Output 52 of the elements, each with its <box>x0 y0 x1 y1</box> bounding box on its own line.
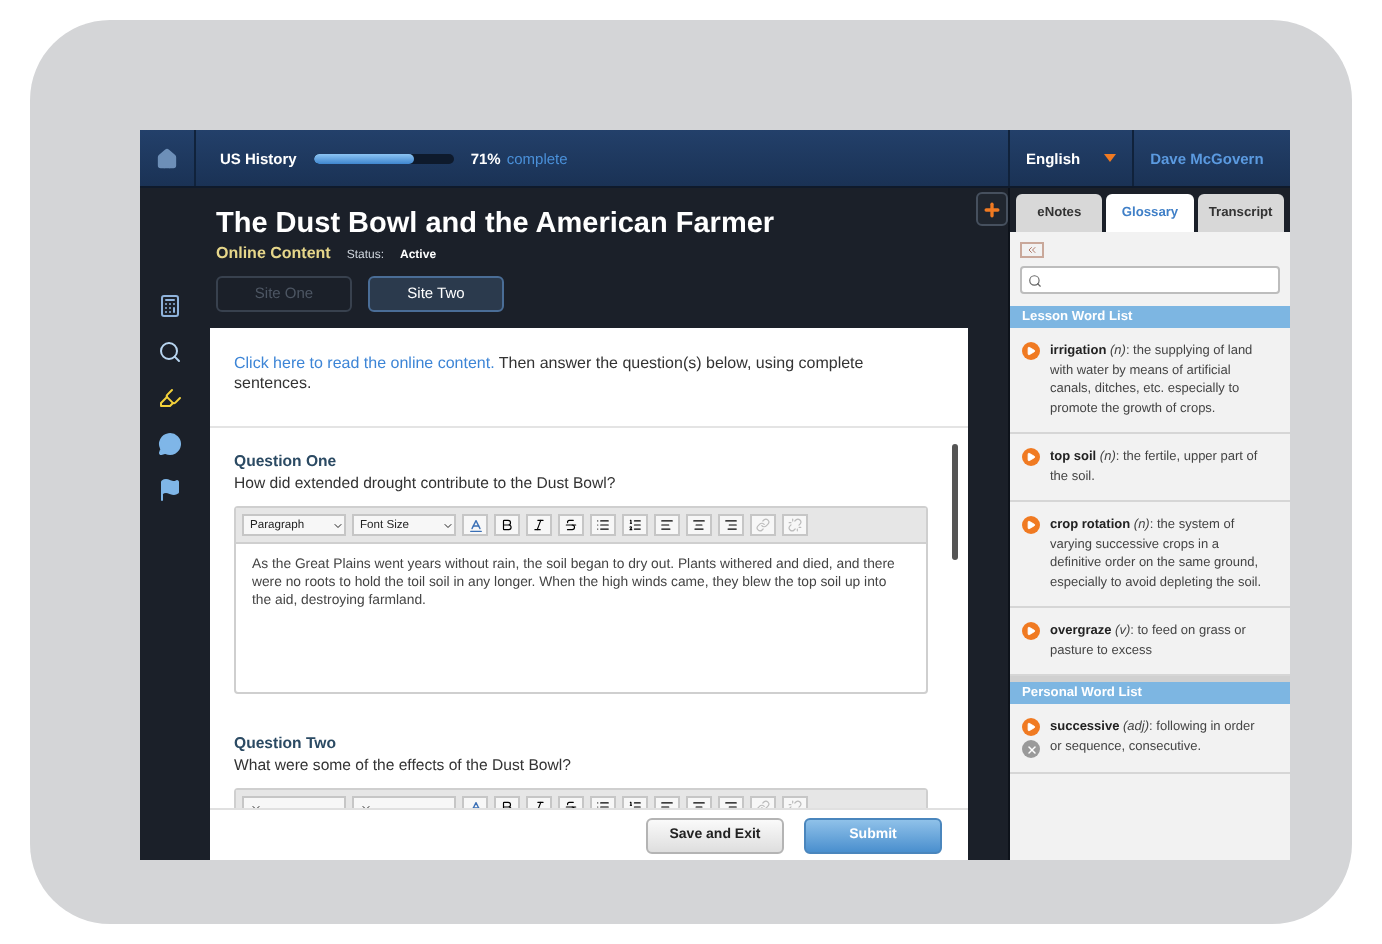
bold-icon <box>500 518 514 532</box>
align-center-button[interactable] <box>686 514 712 536</box>
add-button[interactable] <box>976 192 1008 226</box>
play-icon <box>1026 346 1036 356</box>
speech-bubble-icon[interactable] <box>158 432 182 456</box>
play-icon <box>1026 520 1036 530</box>
online-content-link[interactable]: Click here to read the online content. <box>234 354 495 372</box>
search-icon <box>1028 273 1042 287</box>
search-icon[interactable] <box>158 340 182 364</box>
text-color-icon <box>467 517 483 533</box>
highlighter-icon[interactable] <box>158 386 182 410</box>
numbered-list-button[interactable] <box>622 514 648 536</box>
content-type: Online Content <box>216 244 331 262</box>
unlink-icon <box>788 518 802 532</box>
play-button[interactable] <box>1022 622 1040 640</box>
play-button[interactable] <box>1022 516 1040 534</box>
scrollbar-thumb[interactable] <box>952 444 958 560</box>
chevron-down-icon <box>442 519 454 531</box>
text-color-button[interactable] <box>462 514 488 536</box>
home-icon <box>156 147 178 169</box>
strikethrough-button[interactable] <box>558 514 584 536</box>
plus-icon <box>982 199 1002 219</box>
lesson-title: The Dust Bowl and the American Farmer <box>216 208 775 240</box>
align-left-icon <box>660 518 674 532</box>
close-icon <box>1025 743 1037 755</box>
align-center-icon <box>692 518 706 532</box>
align-right-button[interactable] <box>718 514 744 536</box>
numbered-list-icon <box>628 518 642 532</box>
remove-button[interactable] <box>1022 740 1040 758</box>
play-icon <box>1026 722 1036 732</box>
bullet-list-button[interactable] <box>590 514 616 536</box>
play-icon <box>1026 626 1036 636</box>
play-button[interactable] <box>1022 342 1040 360</box>
calculator-icon[interactable] <box>158 294 182 318</box>
answer-editor[interactable] <box>234 506 928 694</box>
align-right-icon <box>724 518 738 532</box>
strikethrough-icon <box>564 518 578 532</box>
play-button[interactable] <box>1022 718 1040 736</box>
play-icon <box>1026 452 1036 462</box>
italic-icon <box>532 518 546 532</box>
instructions-text: Click here to read the online content. Then answer the question(s) below, using complete sentences. <box>210 328 968 428</box>
link-icon <box>756 518 770 532</box>
italic-button[interactable] <box>526 514 552 536</box>
chevron-down-icon <box>332 519 344 531</box>
flag-icon[interactable] <box>158 478 182 502</box>
caret-icon <box>1104 154 1117 162</box>
glossary-search-field[interactable] <box>1020 266 1280 294</box>
double-chevron-icon <box>1026 244 1038 256</box>
bullet-list-icon <box>596 518 610 532</box>
bold-button[interactable] <box>494 514 520 536</box>
align-left-button[interactable] <box>654 514 680 536</box>
play-button[interactable] <box>1022 448 1040 466</box>
